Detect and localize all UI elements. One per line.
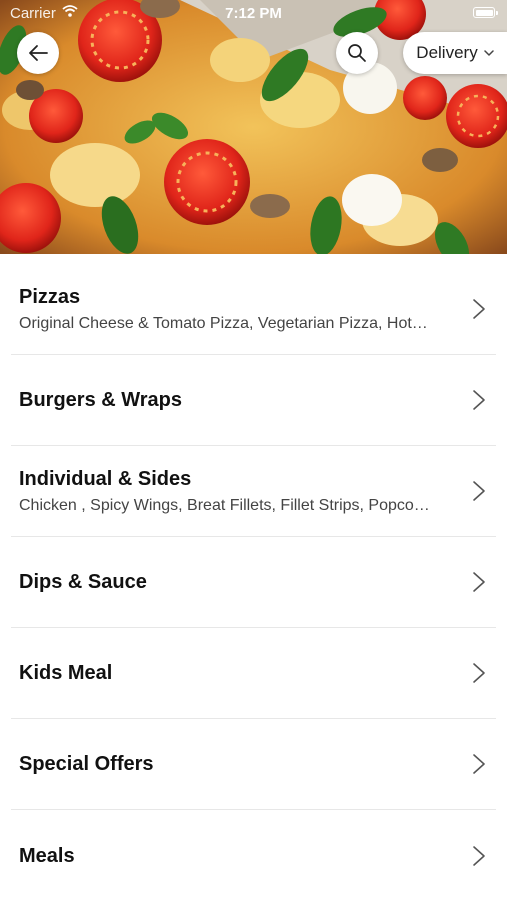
chevron-right-icon [473, 481, 485, 501]
menu-item-title: Kids Meal [19, 662, 113, 684]
menu-item-kids-meal[interactable]: Kids Meal [11, 628, 496, 719]
menu-item-subtitle: Chicken , Spicy Wings, Breat Fillets, Fi… [19, 496, 430, 514]
menu-item-individual-sides[interactable]: Individual & Sides Chicken , Spicy Wings… [11, 446, 496, 537]
delivery-mode-dropdown[interactable]: Delivery [403, 32, 507, 74]
battery-icon [473, 7, 498, 18]
menu-item-title: Special Offers [19, 753, 154, 775]
chevron-right-icon [473, 390, 485, 410]
chevron-right-icon [473, 845, 485, 866]
chevron-right-icon [473, 299, 485, 319]
menu-item-title: Burgers & Wraps [19, 389, 183, 411]
delivery-label: Delivery [416, 43, 478, 62]
chevron-right-icon [473, 754, 485, 774]
chevron-right-icon [473, 572, 485, 592]
arrow-left-icon [29, 45, 48, 61]
search-icon [348, 44, 366, 62]
menu-item-title: Pizzas [19, 285, 81, 308]
menu-category-list: Pizzas Original Cheese & Tomato Pizza, V… [0, 264, 507, 901]
menu-item-title: Meals [19, 844, 75, 867]
chevron-right-icon [473, 663, 485, 683]
menu-item-pizzas[interactable]: Pizzas Original Cheese & Tomato Pizza, V… [11, 264, 496, 355]
menu-item-meals[interactable]: Meals [11, 810, 496, 901]
status-bar: Carrier 7:12 PM [0, 0, 507, 28]
status-time: 7:12 PM [225, 5, 282, 22]
menu-item-title: Individual & Sides [19, 467, 192, 490]
menu-item-title: Dips & Sauce [19, 571, 147, 593]
menu-item-subtitle: Original Cheese & Tomato Pizza, Vegetari… [19, 314, 428, 332]
back-button[interactable] [17, 32, 59, 74]
search-button[interactable] [336, 32, 378, 74]
menu-item-dips-sauce[interactable]: Dips & Sauce [11, 537, 496, 628]
chevron-down-icon [483, 49, 494, 56]
menu-item-burgers-wraps[interactable]: Burgers & Wraps [11, 355, 496, 446]
menu-item-special-offers[interactable]: Special Offers [11, 719, 496, 810]
